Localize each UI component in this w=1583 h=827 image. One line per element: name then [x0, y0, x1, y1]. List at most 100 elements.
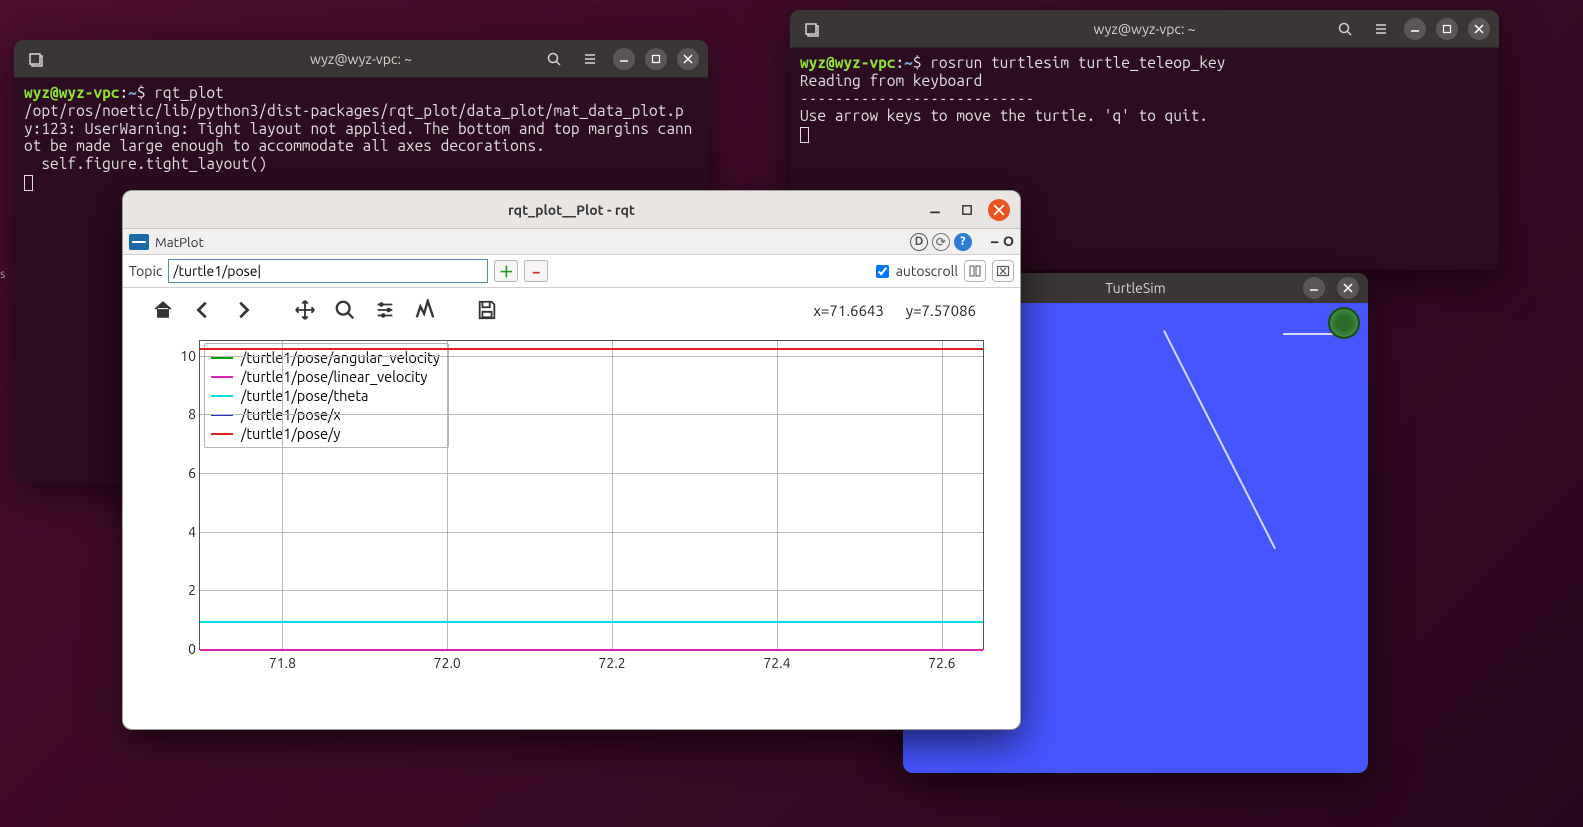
search-button[interactable] — [1329, 15, 1361, 43]
matplot-icon — [129, 234, 149, 250]
terminal1-output: /opt/ros/noetic/lib/python3/dist-package… — [24, 102, 692, 172]
terminal1-titlebar[interactable]: wyz@wyz-vpc: ~ — [14, 40, 708, 78]
gridline-h — [200, 356, 983, 357]
zoom-icon[interactable] — [333, 298, 357, 322]
help-button[interactable]: ? — [954, 233, 972, 251]
add-topic-button[interactable]: ＋ — [494, 260, 518, 282]
legend-row: /turtle1/pose/y — [211, 424, 440, 443]
close-button[interactable] — [1468, 18, 1490, 40]
maximize-button[interactable] — [1436, 18, 1458, 40]
rqt-plot-window: rqt_plot__Plot - rqt MatPlot D ⟳ ? − O T… — [122, 190, 1021, 730]
turtle-trail — [1163, 330, 1276, 549]
forward-icon[interactable] — [231, 298, 255, 322]
minimize-button[interactable] — [613, 48, 635, 70]
gridline-v — [447, 341, 448, 649]
gridline-h — [200, 473, 983, 474]
y-tick-label: 0 — [188, 641, 196, 657]
x-tick-label: 71.8 — [269, 655, 296, 671]
menu-button[interactable] — [1365, 15, 1397, 43]
series-line — [200, 649, 983, 651]
coord-y: y=7.57086 — [906, 302, 976, 319]
legend-label: /turtle1/pose/theta — [241, 387, 368, 404]
legend-swatch — [211, 376, 233, 378]
legend-row: /turtle1/pose/theta — [211, 386, 440, 405]
gridline-v — [282, 341, 283, 649]
matplotlib-toolbar: x=71.6643 y=7.57086 — [123, 288, 1020, 326]
edit-icon[interactable] — [413, 298, 437, 322]
terminal2-output: Reading from keyboard ------------------… — [800, 72, 1208, 125]
gridline-h — [200, 590, 983, 591]
terminal1-user: wyz@wyz-vpc — [24, 84, 119, 101]
minimize-button[interactable] — [924, 199, 946, 221]
series-line — [200, 621, 983, 623]
legend-swatch — [211, 357, 233, 359]
clear-button[interactable] — [992, 260, 1014, 282]
minimize-button[interactable] — [1404, 18, 1426, 40]
x-tick-label: 72.2 — [599, 655, 626, 671]
new-tab-button[interactable] — [796, 15, 828, 43]
matplot-label: MatPlot — [155, 234, 204, 250]
configure-icon[interactable] — [373, 298, 397, 322]
new-tab-button[interactable] — [20, 45, 52, 73]
home-icon[interactable] — [151, 298, 175, 322]
gridline-v — [777, 341, 778, 649]
topic-label: Topic — [129, 263, 162, 279]
minus-button[interactable]: − — [990, 233, 999, 251]
terminal2-command: rosrun turtlesim turtle_teleop_key — [930, 54, 1225, 71]
autoscroll-label: autoscroll — [896, 263, 958, 279]
coord-x: x=71.6643 — [813, 302, 884, 319]
terminal1-path: ~ — [128, 84, 137, 101]
legend-label: /turtle1/pose/y — [241, 425, 340, 442]
pan-icon[interactable] — [293, 298, 317, 322]
gridline-h — [200, 532, 983, 533]
gridline-v — [942, 341, 943, 649]
maximize-button[interactable] — [645, 48, 667, 70]
y-tick-label: 10 — [180, 348, 196, 364]
terminal2-user: wyz@wyz-vpc — [800, 54, 895, 71]
terminal1-command: rqt_plot — [154, 84, 223, 101]
autoscroll-toggle[interactable]: autoscroll — [872, 262, 958, 281]
autoscroll-checkbox[interactable] — [876, 265, 889, 278]
gridline-v — [612, 341, 613, 649]
rqt-titlebar[interactable]: rqt_plot__Plot - rqt — [123, 191, 1020, 229]
legend-row: /turtle1/pose/angular_velocity — [211, 348, 440, 367]
minimize-button[interactable] — [1303, 277, 1325, 299]
x-tick-label: 72.4 — [763, 655, 790, 671]
maximize-button[interactable] — [956, 199, 978, 221]
x-tick-label: 72.6 — [928, 655, 955, 671]
reload-button[interactable]: ⟳ — [932, 233, 950, 251]
topic-row: Topic ＋ − autoscroll — [123, 255, 1020, 288]
search-button[interactable] — [538, 45, 570, 73]
terminal2-path: ~ — [904, 54, 913, 71]
plot-area[interactable]: /turtle1/pose/angular_velocity/turtle1/p… — [159, 340, 984, 680]
y-tick-label: 8 — [188, 406, 196, 422]
legend-label: /turtle1/pose/linear_velocity — [241, 368, 427, 385]
d-button[interactable]: D — [910, 233, 928, 251]
y-tick-label: 2 — [188, 582, 196, 598]
turtle-sprite — [1328, 307, 1360, 339]
desktop-icon-label: s — [0, 268, 5, 281]
y-tick-label: 6 — [188, 465, 196, 481]
remove-topic-button[interactable]: − — [524, 260, 548, 282]
gridline-h — [200, 414, 983, 415]
plot-axes: /turtle1/pose/angular_velocity/turtle1/p… — [199, 340, 984, 650]
terminal2-titlebar[interactable]: wyz@wyz-vpc: ~ — [790, 10, 1499, 48]
legend-label: /turtle1/pose/angular_velocity — [241, 349, 440, 366]
legend-row: /turtle1/pose/linear_velocity — [211, 367, 440, 386]
x-tick-label: 72.0 — [434, 655, 461, 671]
o-button[interactable]: O — [1003, 233, 1014, 251]
back-icon[interactable] — [191, 298, 215, 322]
columns-button[interactable] — [964, 260, 986, 282]
save-icon[interactable] — [475, 298, 499, 322]
legend-swatch — [211, 433, 233, 435]
y-tick-label: 4 — [188, 524, 196, 540]
close-button[interactable] — [1337, 277, 1359, 299]
menu-button[interactable] — [574, 45, 606, 73]
close-button[interactable] — [677, 48, 699, 70]
rqt-title: rqt_plot__Plot - rqt — [123, 202, 1020, 218]
close-button[interactable] — [988, 199, 1010, 221]
turtlesim-title: TurtleSim — [1105, 280, 1165, 296]
series-line — [200, 348, 983, 350]
topic-input[interactable] — [168, 259, 488, 283]
legend-swatch — [211, 395, 233, 397]
